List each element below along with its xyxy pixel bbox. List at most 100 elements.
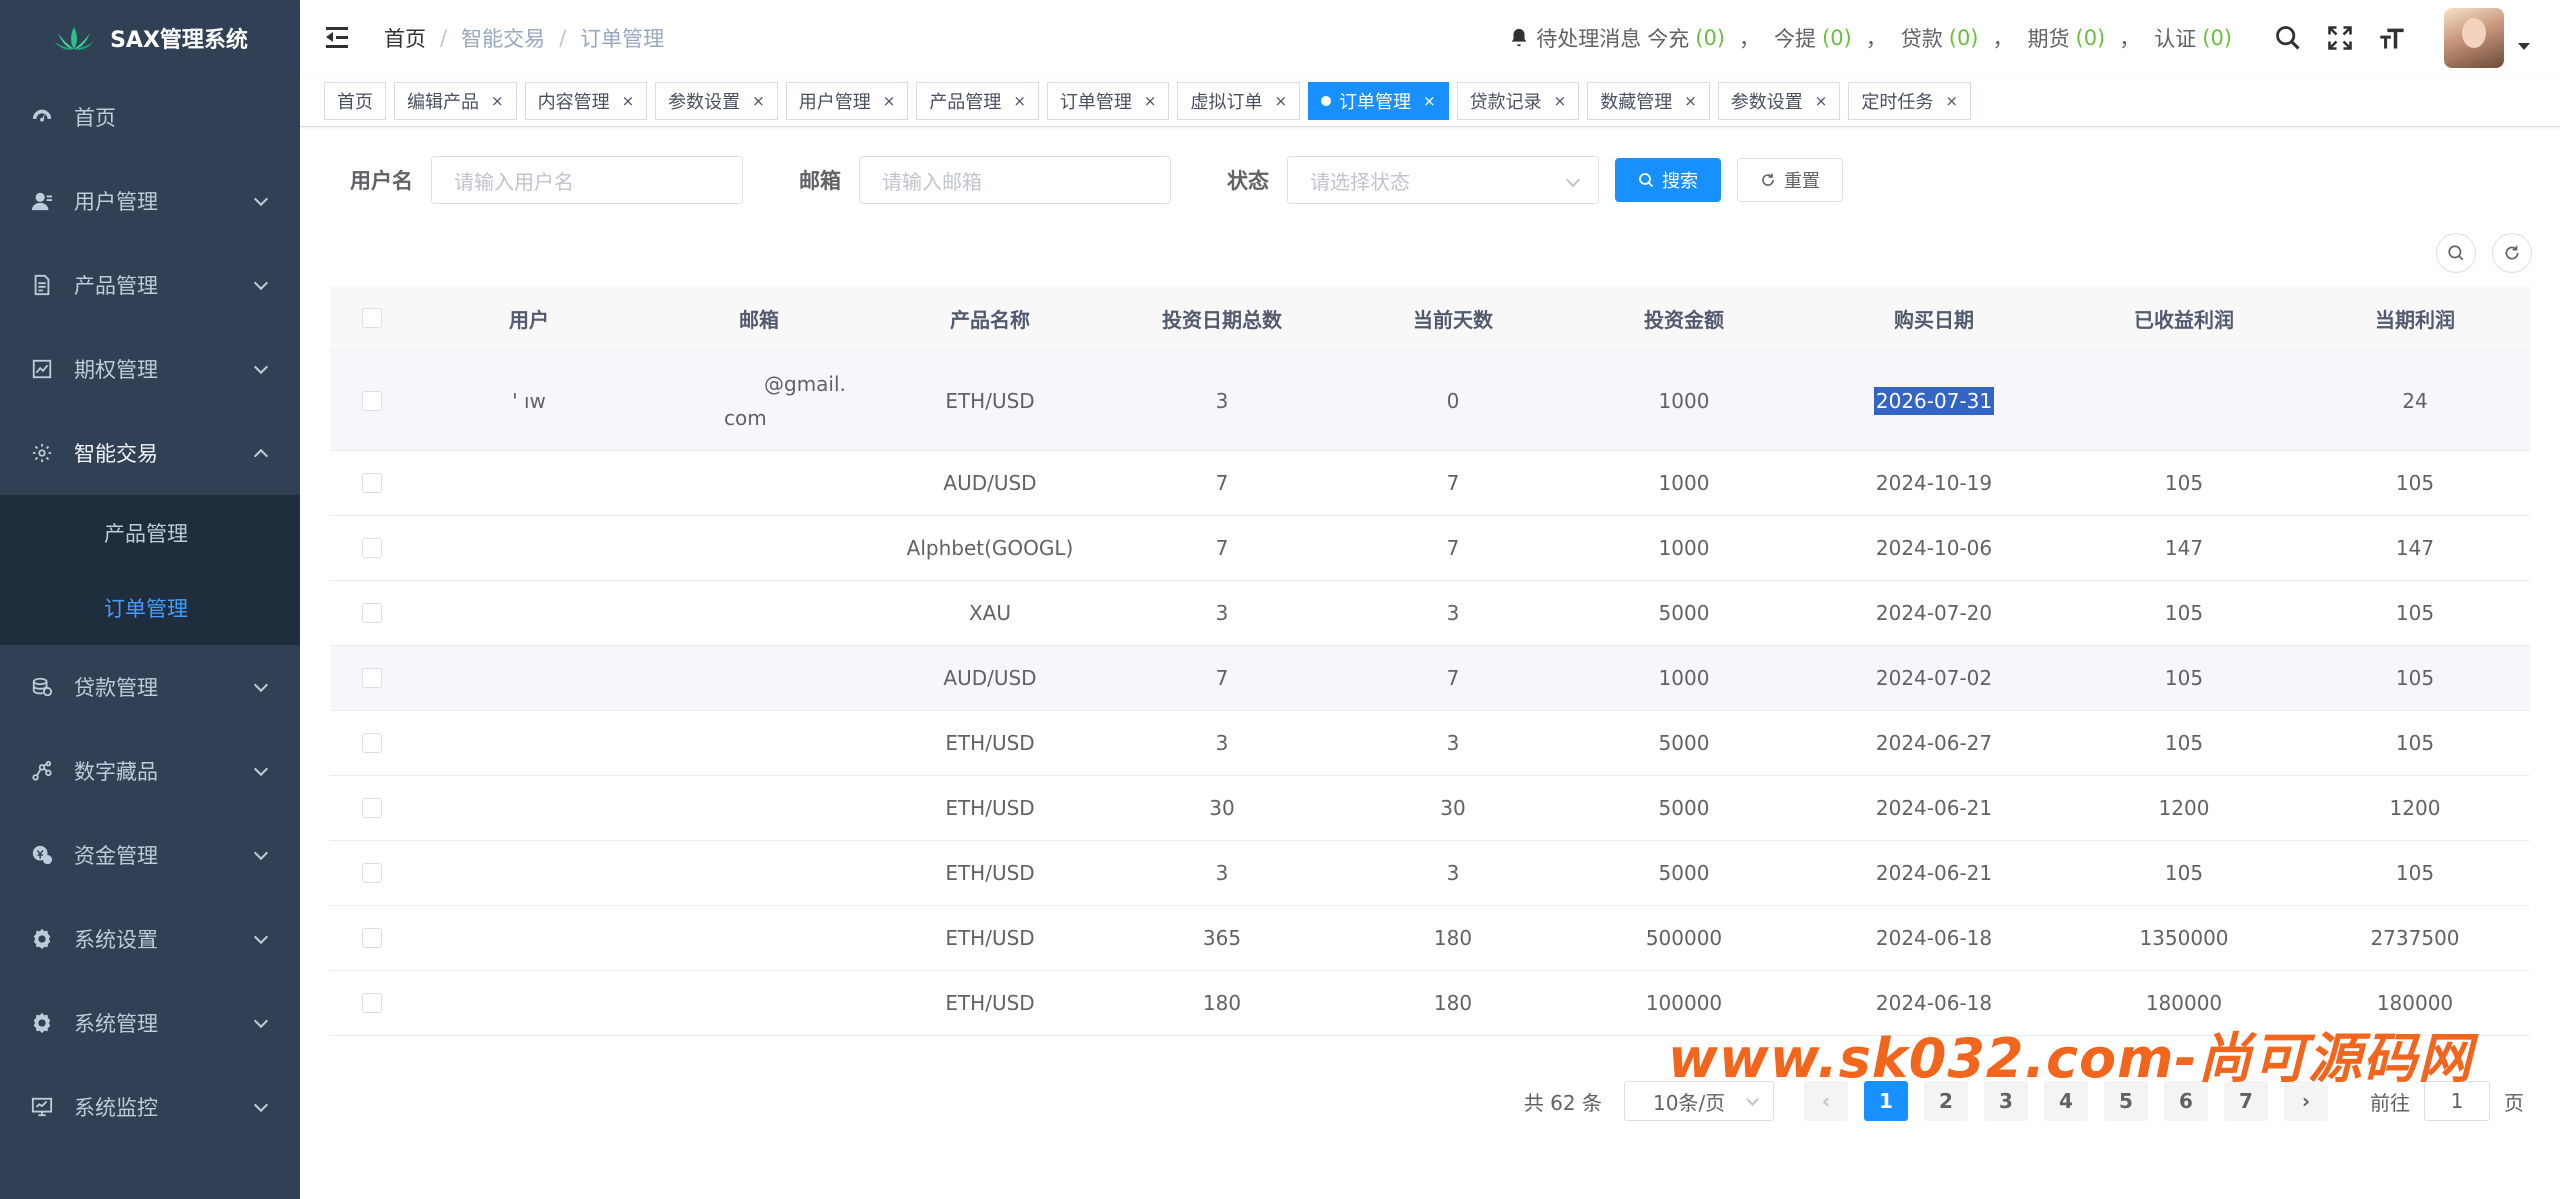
reset-button[interactable]: 重置 — [1737, 158, 1843, 202]
notify-count[interactable]: (0) — [2076, 26, 2106, 50]
cell-date: 2024-06-27 — [1875, 731, 1993, 755]
coins-icon — [30, 675, 54, 699]
header-user: 用户 — [509, 307, 549, 332]
submenu-item-orders[interactable]: 订单管理 — [0, 570, 300, 645]
table-row[interactable]: Alphbet(GOOGL) 7 7 1000 2024-10-06 147 147 — [330, 516, 2530, 581]
breadcrumb: 首页 / 智能交易 / 订单管理 — [384, 23, 664, 53]
tag-item[interactable]: 订单管理 × — [1308, 81, 1449, 120]
refresh-icon — [1762, 173, 1774, 186]
sidebar-item-product-management[interactable]: 产品管理 — [0, 243, 300, 327]
sidebar-item-digital-collectibles[interactable]: 数字藏品 — [0, 729, 300, 813]
table-row[interactable]: ' ıw @gmail. com ETH/USD 3 0 1000 2026-07-31 24 — [330, 351, 2530, 451]
row-checkbox[interactable] — [362, 473, 382, 493]
row-checkbox[interactable] — [362, 390, 382, 411]
notify-label: 认证 — [2154, 26, 2197, 51]
cell-amount: 5000 — [1658, 601, 1710, 625]
email-input[interactable]: 请输入邮箱 — [859, 156, 1171, 204]
select-all-checkbox[interactable] — [362, 308, 382, 328]
row-checkbox[interactable] — [362, 668, 382, 688]
notify-count[interactable]: (0) — [2202, 26, 2232, 50]
tag-item[interactable]: 贷款记录 × — [1456, 81, 1580, 120]
submenu-item-products[interactable]: 产品管理 — [0, 495, 300, 570]
cell-amount: 1000 — [1658, 471, 1710, 495]
row-checkbox[interactable] — [362, 928, 382, 948]
close-icon[interactable]: × — [1013, 92, 1026, 110]
sidebar-item-user-management[interactable]: 用户管理 — [0, 159, 300, 243]
table-row[interactable]: AUD/USD 7 7 1000 2024-10-19 105 105 — [330, 451, 2530, 516]
notify-count[interactable]: (0) — [1949, 26, 1979, 50]
close-icon[interactable]: × — [1274, 92, 1287, 110]
toggle-search-button[interactable] — [2436, 233, 2476, 273]
font-size-icon[interactable] — [2376, 22, 2408, 54]
cell-days: 3 — [1446, 861, 1460, 885]
notify-count[interactable]: (0) — [1695, 26, 1725, 50]
status-select[interactable]: 请选择状态 — [1287, 156, 1599, 204]
tag-item[interactable]: 虚拟订单 × — [1177, 81, 1301, 120]
close-icon[interactable]: × — [752, 92, 765, 110]
cell-product: ETH/USD — [945, 731, 1035, 755]
close-icon[interactable]: × — [491, 92, 504, 110]
tag-item[interactable]: 用户管理 × — [785, 81, 909, 120]
close-icon[interactable]: × — [1945, 92, 1958, 110]
cell-product: ETH/USD — [945, 991, 1035, 1015]
table-row[interactable]: ETH/USD 3 3 5000 2024-06-27 105 105 — [330, 711, 2530, 776]
table-row[interactable]: XAU 3 3 5000 2024-07-20 105 105 — [330, 581, 2530, 646]
sidebar-item-option-management[interactable]: 期权管理 — [0, 327, 300, 411]
sidebar-item-loan-management[interactable]: 贷款管理 — [0, 645, 300, 729]
tag-item[interactable]: 定时任务 × — [1848, 81, 1971, 120]
notify-count[interactable]: (0) — [1822, 26, 1852, 50]
nodes-icon — [30, 759, 54, 783]
app-logo[interactable]: SAX管理系统 — [0, 0, 300, 75]
user-avatar[interactable] — [2444, 7, 2504, 68]
row-checkbox[interactable] — [362, 798, 382, 818]
sidebar-item-fund-management[interactable]: 资金管理 — [0, 813, 300, 897]
table-row[interactable]: AUD/USD 7 7 1000 2024-07-02 105 105 — [330, 646, 2530, 711]
refresh-table-button[interactable] — [2492, 233, 2532, 273]
row-checkbox[interactable] — [362, 733, 382, 753]
tag-item[interactable]: 数藏管理 × — [1587, 81, 1710, 120]
close-icon[interactable]: × — [1144, 92, 1157, 110]
cell-earned: 105 — [2164, 471, 2204, 495]
tag-item[interactable]: 内容管理 × — [524, 81, 648, 120]
cell-earned: 105 — [2164, 731, 2204, 755]
sidebar-item-smart-trade[interactable]: 智能交易 — [0, 411, 300, 495]
tag-item[interactable]: 订单管理 × — [1046, 81, 1170, 120]
breadcrumb-home[interactable]: 首页 — [384, 23, 426, 53]
sidebar-item-system-settings[interactable]: 系统设置 — [0, 897, 300, 981]
document-icon — [30, 273, 54, 297]
breadcrumb-order-management: 订单管理 — [580, 26, 665, 51]
chevron-down-icon[interactable] — [2518, 43, 2530, 50]
search-button[interactable]: 搜索 — [1615, 158, 1721, 202]
sidebar-item-system-monitor[interactable]: 系统监控 — [0, 1065, 300, 1149]
row-checkbox[interactable] — [362, 993, 382, 1013]
row-checkbox[interactable] — [362, 603, 382, 623]
sidebar-item-home[interactable]: 首页 — [0, 75, 300, 159]
table-row[interactable]: ETH/USD 30 30 5000 2024-06-21 1200 1200 — [330, 776, 2530, 841]
tag-item[interactable]: 编辑产品 × — [394, 81, 517, 120]
close-icon[interactable]: × — [883, 92, 896, 110]
tag-item[interactable]: 参数设置 × — [1717, 81, 1841, 120]
close-icon[interactable]: × — [1423, 92, 1436, 110]
tags-view: 首页 编辑产品 × 内容管理 × 参数设置 × 用户管理 × 产品管理 × 订单管理 × 虚拟订单 × 订单管… — [300, 75, 2560, 127]
search-icon[interactable] — [2272, 22, 2304, 54]
hamburger-icon[interactable] — [326, 26, 352, 49]
close-icon[interactable]: × — [622, 92, 635, 110]
goto-suffix: 页 — [2504, 1090, 2524, 1115]
table-row[interactable]: ETH/USD 365 180 500000 2024-06-18 1350000 2737… — [330, 906, 2530, 971]
tag-item[interactable]: 首页 — [324, 81, 386, 120]
row-checkbox[interactable] — [362, 538, 382, 558]
sidebar-item-system-management[interactable]: 系统管理 — [0, 981, 300, 1065]
tag-label: 虚拟订单 — [1190, 91, 1263, 113]
close-icon[interactable]: × — [1684, 92, 1697, 110]
close-icon[interactable]: × — [1815, 92, 1828, 110]
fullscreen-icon[interactable] — [2324, 22, 2356, 54]
table-row[interactable]: ETH/USD 3 3 5000 2024-06-21 105 105 — [330, 841, 2530, 906]
tag-item[interactable]: 参数设置 × — [655, 81, 778, 120]
username-input[interactable]: 请输入用户名 — [431, 156, 743, 204]
cell-profit: 24 — [2402, 388, 2428, 413]
close-icon[interactable]: × — [1554, 92, 1567, 110]
row-checkbox[interactable] — [362, 863, 382, 883]
breadcrumb-smart-trade[interactable]: 智能交易 — [461, 23, 545, 53]
tag-item[interactable]: 产品管理 × — [916, 81, 1039, 120]
sidebar-item-label: 系统设置 — [74, 928, 158, 952]
